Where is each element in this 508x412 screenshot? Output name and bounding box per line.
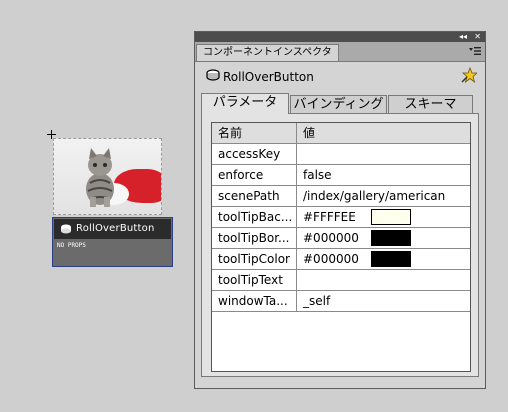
param-value[interactable]: /index/gallery/american	[297, 186, 470, 206]
param-name: toolTipBor...	[212, 228, 297, 248]
param-name: scenePath	[212, 186, 297, 206]
column-value-header[interactable]: 値	[297, 123, 470, 143]
table-row[interactable]: enforce false	[212, 165, 470, 186]
parameter-grid: 名前 値 accessKey enforce false scenePath /…	[211, 122, 471, 372]
panel-titlebar[interactable]: ◂◂ ✕	[195, 32, 485, 42]
color-hex-value: #000000	[303, 252, 359, 266]
collapse-icon[interactable]: ◂◂	[459, 32, 467, 42]
color-swatch[interactable]	[371, 209, 411, 225]
table-row[interactable]: accessKey	[212, 144, 470, 165]
color-swatch[interactable]	[371, 230, 411, 246]
wizard-star-icon[interactable]	[461, 67, 477, 83]
kitten-illustration	[86, 148, 114, 207]
component-inspector-panel: ◂◂ ✕ コンポーネントインスペクタ RollOverButton パラメータ …	[194, 31, 486, 389]
table-row[interactable]: toolTipBac... #FFFFEE	[212, 207, 470, 228]
column-name-header[interactable]: 名前	[212, 123, 297, 143]
close-icon[interactable]: ✕	[474, 32, 481, 42]
panel-menu-icon[interactable]	[469, 46, 481, 56]
tab-bindings[interactable]: バインディング	[290, 95, 387, 113]
tab-schema[interactable]: スキーマ	[388, 95, 473, 113]
param-name: accessKey	[212, 144, 297, 164]
table-row[interactable]: toolTipBor... #000000	[212, 228, 470, 249]
grid-header: 名前 値	[212, 123, 470, 144]
color-hex-value: #FFFFEE	[303, 210, 356, 224]
table-row[interactable]: toolTipColor #000000	[212, 249, 470, 270]
param-name: enforce	[212, 165, 297, 185]
param-name: toolTipText	[212, 270, 297, 290]
color-swatch[interactable]	[371, 251, 411, 267]
kitten-image[interactable]	[53, 138, 162, 215]
button-component-icon	[206, 69, 220, 81]
param-name: toolTipBac...	[212, 207, 297, 227]
tab-parameters[interactable]: パラメータ	[201, 93, 289, 114]
parameters-content: 名前 値 accessKey enforce false scenePath /…	[201, 113, 479, 377]
param-value[interactable]: false	[297, 165, 470, 185]
table-row[interactable]: toolTipText	[212, 270, 470, 291]
param-name: toolTipColor	[212, 249, 297, 269]
rollover-button-component[interactable]: RollOverButton NO PROPS	[52, 217, 173, 267]
param-name: windowTa...	[212, 291, 297, 311]
component-name: RollOverButton	[223, 70, 314, 84]
color-hex-value: #000000	[303, 231, 359, 245]
param-value[interactable]: #000000	[297, 249, 470, 269]
param-value[interactable]: #000000	[297, 228, 470, 248]
panel-tab-row: コンポーネントインスペクタ	[195, 42, 485, 62]
param-value[interactable]	[297, 270, 470, 290]
table-row[interactable]: scenePath /index/gallery/american	[212, 186, 470, 207]
param-value[interactable]	[297, 144, 470, 164]
table-row[interactable]: windowTa... _self	[212, 291, 470, 312]
button-component-icon	[61, 224, 71, 234]
rollover-button-bar: RollOverButton	[54, 219, 171, 239]
tab-component-inspector[interactable]: コンポーネントインスペクタ	[196, 44, 339, 61]
param-value[interactable]: _self	[297, 291, 470, 311]
param-value[interactable]: #FFFFEE	[297, 207, 470, 227]
rollover-button-label: RollOverButton	[76, 223, 155, 234]
no-props-label: NO PROPS	[57, 242, 86, 249]
inspector-tabs: パラメータ バインディング スキーマ	[201, 93, 485, 114]
